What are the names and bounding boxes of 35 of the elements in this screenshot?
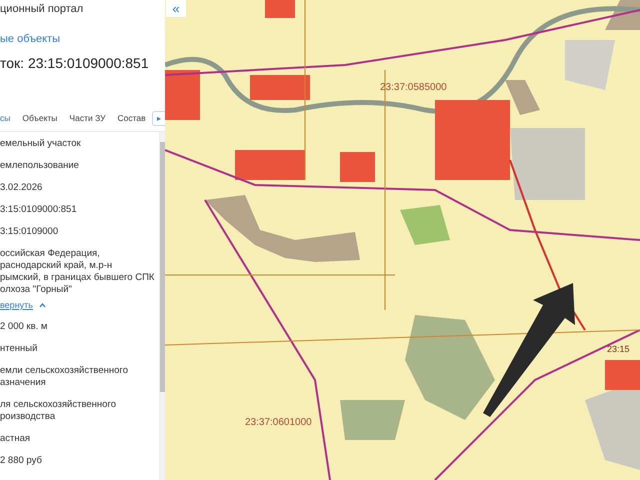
field-value: астная: [0, 433, 32, 445]
field-value: оссийская Федерация, раснодарский край, м.р-н рымский, в границах бывшего СПК олхоза "Горный": [0, 248, 156, 296]
tab[interactable]: Объекты: [16, 106, 64, 131]
collapse-panel-button[interactable]: «: [166, 0, 186, 17]
built-up-area: [605, 360, 640, 390]
tab[interactable]: Части ЗУ: [63, 106, 112, 131]
field-value: нтенный: [0, 343, 38, 355]
tab[interactable]: Состав: [112, 106, 152, 131]
industrial-area: [565, 40, 615, 90]
forest-area: [400, 205, 450, 245]
built-up-area: [265, 0, 295, 18]
tabs-next-button[interactable]: ▸: [152, 111, 167, 126]
field-value: емлепользование: [0, 160, 80, 172]
field-value: емли сельскохозяйственного азначения: [0, 365, 129, 389]
field-value: ля сельскохозяйственного роизводства: [0, 399, 117, 423]
built-up-area: [165, 70, 200, 120]
field-value: емельный участок: [0, 138, 82, 150]
built-up-area: [340, 152, 375, 182]
land-parcel: [505, 80, 540, 115]
object-title: ток: 23:15:0109000:851: [0, 54, 150, 72]
cadastral-block-label: 23:15: [607, 344, 630, 354]
objects-link[interactable]: ые объекты: [0, 32, 165, 46]
collapse-link[interactable]: вернуть: [0, 299, 33, 311]
built-up-area: [235, 150, 305, 180]
field-value: 3:15:0109000:851: [0, 204, 78, 216]
field-value: 3.02.2026: [0, 182, 44, 194]
field-value: 2 000 кв. м: [0, 321, 48, 333]
tab[interactable]: сы: [0, 106, 16, 131]
field-value: 3:15:0109000: [0, 226, 60, 238]
portal-title: ционный портал: [0, 2, 84, 16]
built-up-area: [250, 75, 310, 100]
chevron-up-icon: [38, 302, 46, 308]
cadastral-block-label: 23:37:0601000: [245, 417, 312, 428]
field-value: 2 880 руб: [0, 455, 43, 467]
land-parcel: [605, 0, 640, 30]
